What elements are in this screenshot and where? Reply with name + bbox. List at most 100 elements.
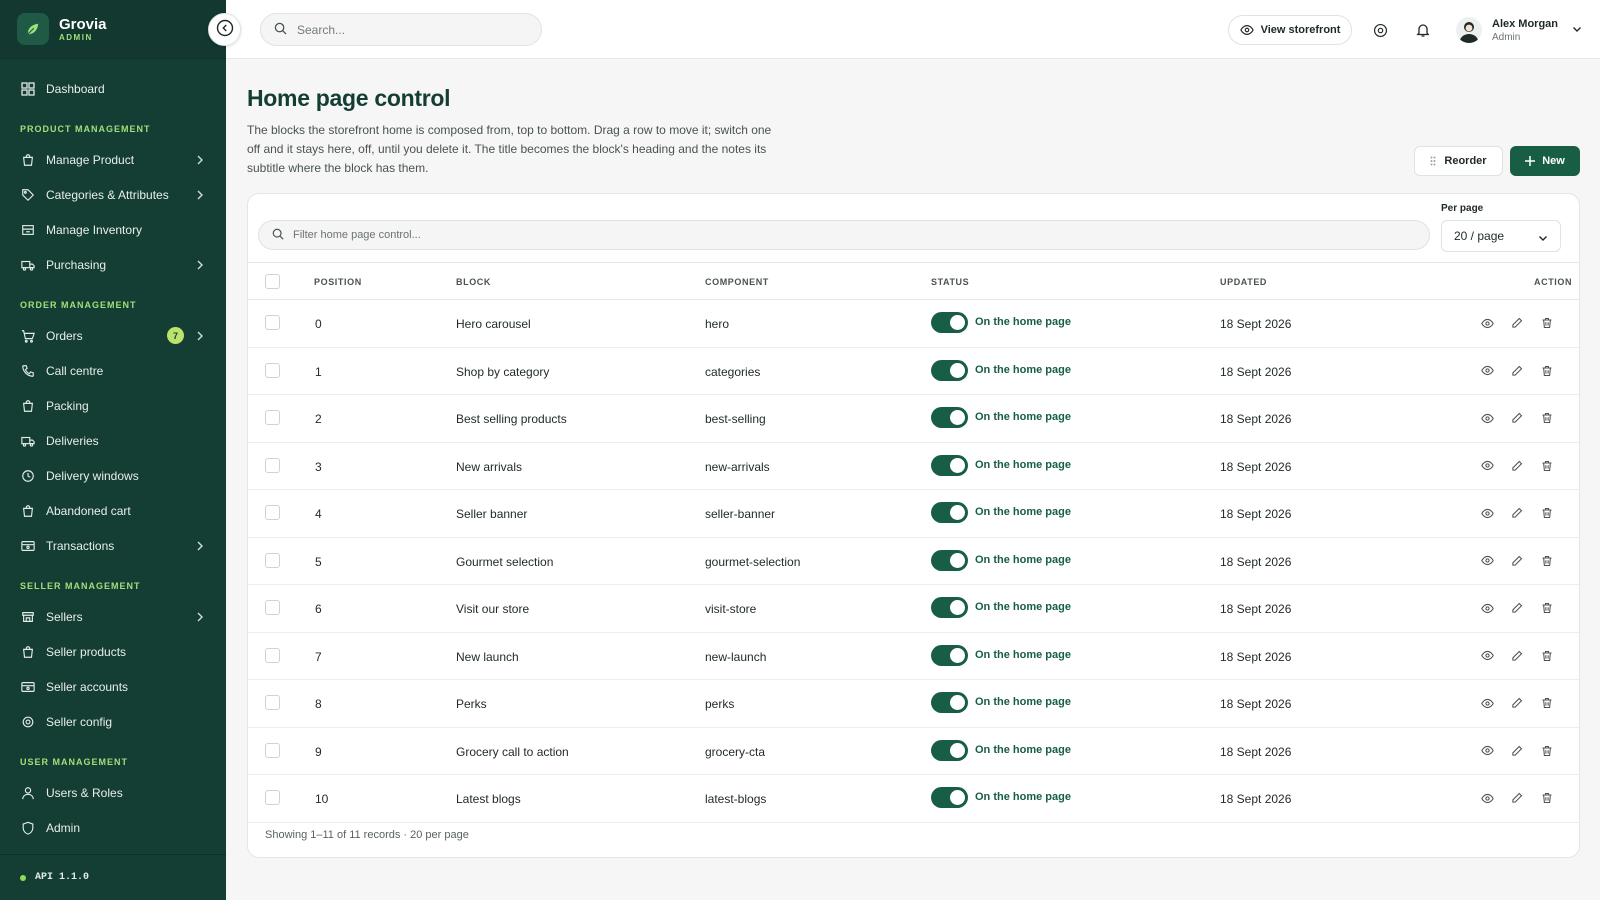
edit-button[interactable] (1510, 791, 1524, 805)
delete-button[interactable] (1540, 554, 1554, 568)
view-button[interactable] (1480, 601, 1494, 615)
status-toggle[interactable] (931, 644, 968, 666)
edit-button[interactable] (1510, 411, 1524, 425)
sidebar-item-manage-inventory[interactable]: Manage Inventory (0, 212, 226, 247)
view-button[interactable] (1480, 791, 1494, 805)
status-toggle[interactable] (931, 739, 968, 761)
sidebar-item-purchasing[interactable]: Purchasing (0, 247, 226, 282)
sidebar-item-categories-attributes[interactable]: Categories & Attributes (0, 177, 226, 212)
edit-button[interactable] (1510, 364, 1524, 378)
sidebar-item-abandoned-cart[interactable]: Abandoned cart (0, 493, 226, 528)
delete-button[interactable] (1540, 459, 1554, 473)
table-row[interactable]: 2 Best selling products best-selling On … (248, 395, 1579, 443)
delete-button[interactable] (1540, 601, 1554, 615)
search-input[interactable]: Search... (260, 13, 542, 46)
status-toggle[interactable] (931, 407, 968, 428)
sidebar-item-deliveries[interactable]: Deliveries (0, 423, 226, 458)
user-menu[interactable]: Alex Morgan Admin (1456, 14, 1582, 46)
table-row[interactable]: 7 New launch new-launch On the home page… (248, 633, 1579, 680)
view-storefront-button[interactable]: View storefront (1228, 15, 1352, 45)
settings-button[interactable] (1370, 20, 1390, 40)
status-toggle[interactable] (931, 502, 968, 523)
status-toggle[interactable] (931, 597, 968, 618)
sidebar-item-seller-config[interactable]: Seller config (0, 704, 226, 739)
delete-button[interactable] (1540, 791, 1554, 805)
edit-button[interactable] (1510, 554, 1524, 568)
sidebar-item-call-centre[interactable]: Call centre (0, 353, 226, 388)
edit-button[interactable] (1510, 744, 1524, 758)
sidebar-item-seller-products[interactable]: Seller products (0, 634, 226, 669)
delete-button[interactable] (1540, 506, 1554, 520)
column-status[interactable]: STATUS (931, 277, 969, 287)
table-row[interactable]: 3 New arrivals new-arrivals On the home … (248, 443, 1579, 490)
view-button[interactable] (1480, 364, 1494, 378)
row-checkbox[interactable] (265, 315, 280, 330)
notifications-button[interactable] (1413, 20, 1433, 40)
row-checkbox[interactable] (265, 457, 280, 473)
sidebar-item-packing[interactable]: Packing (0, 388, 226, 423)
view-button[interactable] (1480, 696, 1494, 710)
edit-button[interactable] (1510, 459, 1524, 473)
table-row[interactable]: 10 Latest blogs latest-blogs On the home… (248, 775, 1579, 823)
brand[interactable]: Grovia ADMIN (0, 0, 226, 59)
filter-input[interactable]: Filter home page control... (258, 220, 1430, 250)
column-block[interactable]: BLOCK (456, 277, 491, 287)
sidebar-item-transactions[interactable]: Transactions (0, 528, 226, 563)
edit-button[interactable] (1510, 506, 1524, 520)
delete-button[interactable] (1540, 744, 1554, 758)
sidebar-item-orders[interactable]: Orders 7 (0, 318, 226, 353)
view-button[interactable] (1480, 459, 1494, 473)
table-row[interactable]: 9 Grocery call to action grocery-cta On … (248, 728, 1579, 775)
row-checkbox[interactable] (265, 790, 280, 805)
status-toggle[interactable] (931, 692, 968, 713)
delete-button[interactable] (1540, 649, 1554, 663)
row-checkbox[interactable] (265, 742, 280, 758)
sidebar-item-delivery-windows[interactable]: Delivery windows (0, 458, 226, 493)
view-button[interactable] (1480, 506, 1494, 520)
per-page-select[interactable]: 20 / page (1441, 220, 1561, 252)
row-checkbox[interactable] (265, 410, 280, 425)
sidebar-item-manage-product[interactable]: Manage Product (0, 142, 226, 177)
row-checkbox[interactable] (265, 362, 280, 378)
edit-button[interactable] (1510, 601, 1524, 615)
edit-button[interactable] (1510, 696, 1524, 710)
row-checkbox[interactable] (265, 505, 280, 520)
status-toggle[interactable] (931, 312, 968, 333)
status-toggle[interactable] (931, 454, 968, 476)
table-row[interactable]: 8 Perks perks On the home page 18 Sept 2… (248, 680, 1579, 728)
view-button[interactable] (1480, 649, 1494, 663)
collapse-sidebar-button[interactable] (208, 13, 241, 46)
table-row[interactable]: 0 Hero carousel hero On the home page 18… (248, 300, 1579, 348)
select-all-checkbox[interactable] (265, 274, 280, 289)
sidebar-item-dashboard[interactable]: Dashboard (0, 71, 226, 106)
sidebar-item-sellers[interactable]: Sellers (0, 599, 226, 634)
sidebar-item-users-roles[interactable]: Users & Roles (0, 775, 226, 810)
reorder-button[interactable]: Reorder (1414, 146, 1503, 176)
column-updated[interactable]: UPDATED (1220, 277, 1267, 287)
delete-button[interactable] (1540, 364, 1554, 378)
column-position[interactable]: POSITION (314, 277, 362, 287)
row-checkbox[interactable] (265, 647, 280, 663)
delete-button[interactable] (1540, 411, 1554, 425)
sidebar-item-seller-accounts[interactable]: Seller accounts (0, 669, 226, 704)
view-button[interactable] (1480, 316, 1494, 330)
edit-button[interactable] (1510, 649, 1524, 663)
delete-button[interactable] (1540, 696, 1554, 710)
row-checkbox[interactable] (265, 552, 280, 568)
status-toggle[interactable] (931, 549, 968, 571)
status-toggle[interactable] (931, 787, 968, 808)
status-toggle[interactable] (931, 359, 968, 381)
table-row[interactable]: 6 Visit our store visit-store On the hom… (248, 585, 1579, 633)
row-checkbox[interactable] (265, 695, 280, 710)
table-row[interactable]: 1 Shop by category categories On the hom… (248, 348, 1579, 395)
edit-button[interactable] (1510, 316, 1524, 330)
view-button[interactable] (1480, 411, 1494, 425)
view-button[interactable] (1480, 554, 1494, 568)
column-component[interactable]: COMPONENT (705, 277, 769, 287)
delete-button[interactable] (1540, 316, 1554, 330)
sidebar-item-admin[interactable]: Admin (0, 810, 226, 845)
table-row[interactable]: 4 Seller banner seller-banner On the hom… (248, 490, 1579, 538)
view-button[interactable] (1480, 744, 1494, 758)
row-checkbox[interactable] (265, 600, 280, 615)
new-button[interactable]: New (1510, 146, 1580, 176)
